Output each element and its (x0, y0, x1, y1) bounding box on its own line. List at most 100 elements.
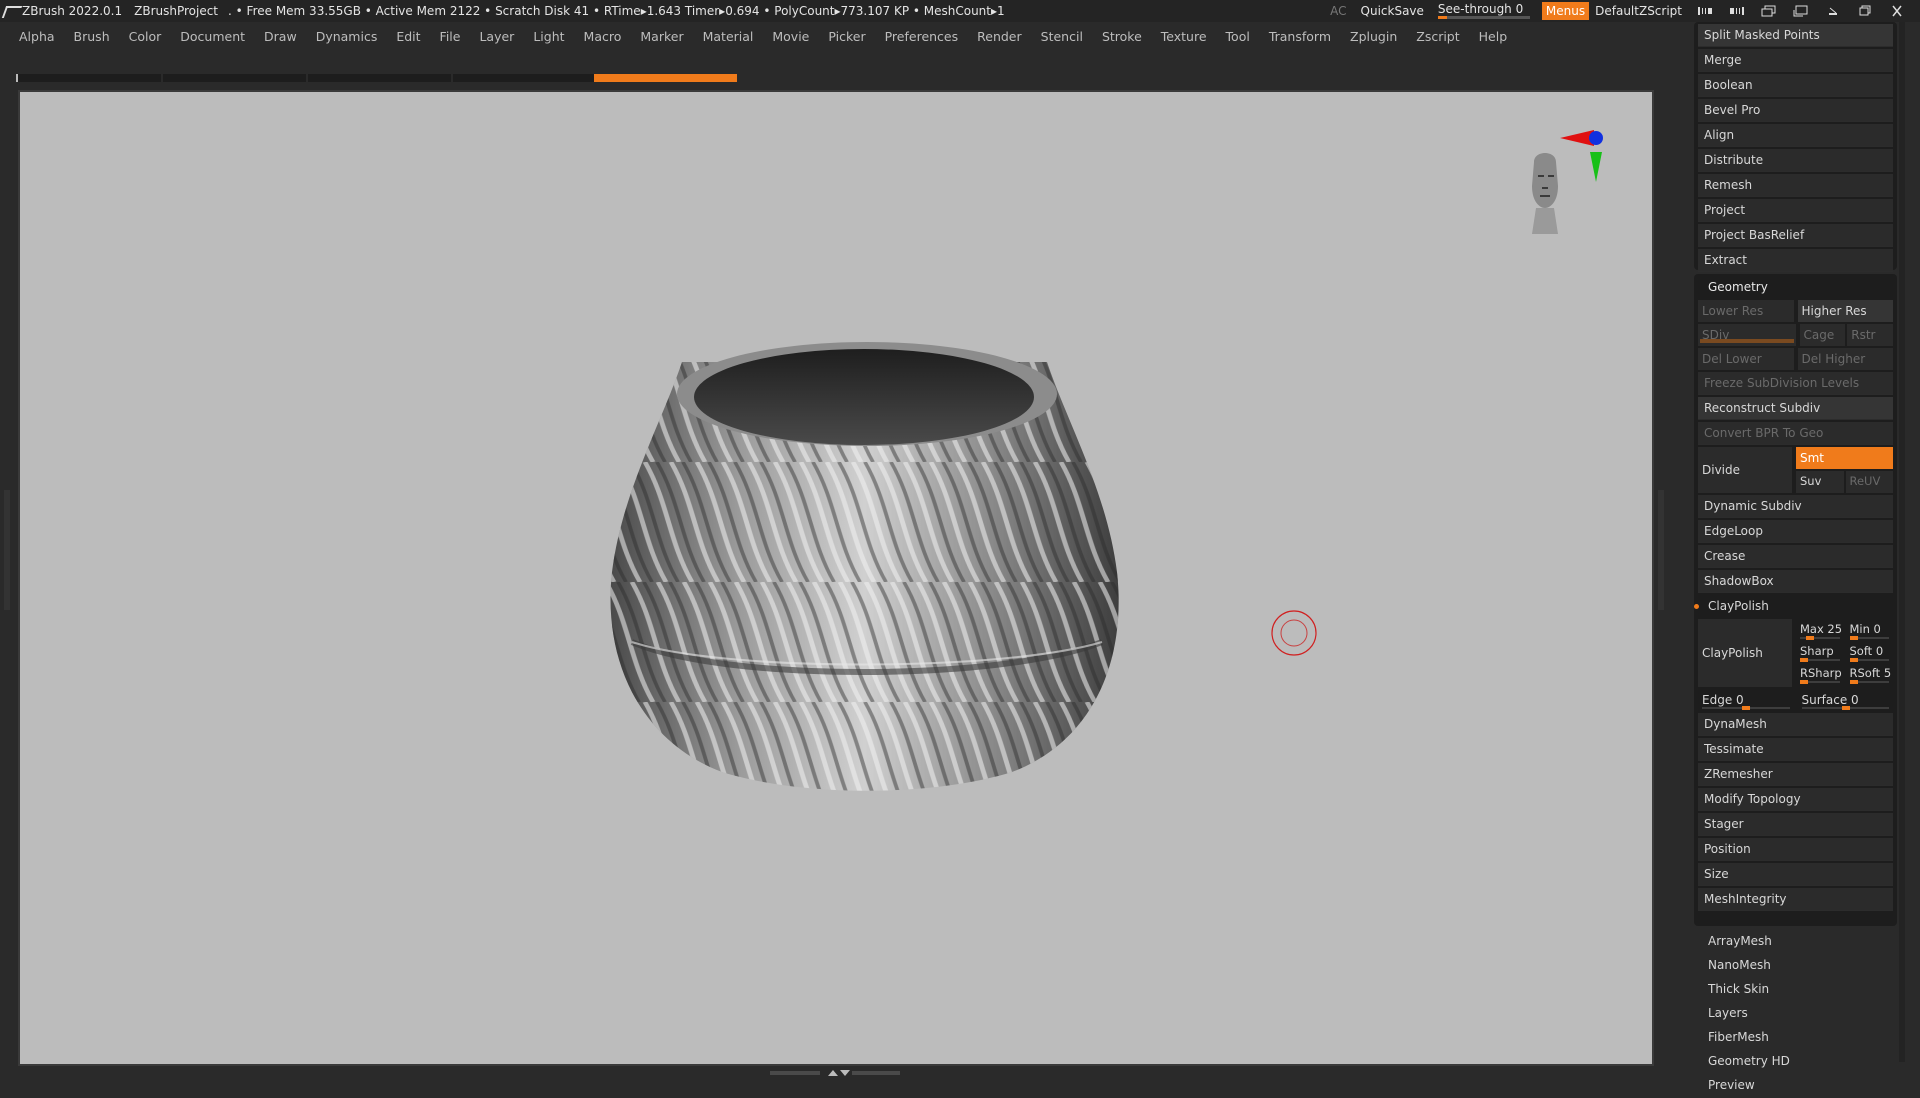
align-button[interactable]: Align (1698, 124, 1893, 147)
project-button[interactable]: Project (1698, 199, 1893, 222)
tab-slot-2[interactable] (163, 74, 306, 82)
reuv-toggle[interactable]: ReUV (1845, 471, 1893, 493)
subpalette-fibermesh-button[interactable]: FiberMesh (1694, 1026, 1889, 1048)
dynamesh-button[interactable]: DynaMesh (1698, 713, 1893, 736)
menu-render[interactable]: Render (977, 29, 1022, 44)
see-through-track[interactable] (1437, 16, 1530, 19)
menu-material[interactable]: Material (703, 29, 754, 44)
project-basrelief-button[interactable]: Project BasRelief (1698, 224, 1893, 247)
menu-file[interactable]: File (440, 29, 461, 44)
sdiv-slider[interactable]: SDiv (1698, 324, 1796, 346)
split-masked-points-button[interactable]: Split Masked Points (1698, 24, 1893, 47)
menu-help[interactable]: Help (1479, 29, 1508, 44)
quicksave-button[interactable]: QuickSave (1361, 4, 1424, 18)
rstr-button[interactable]: Rstr (1847, 324, 1893, 346)
size-button[interactable]: Size (1698, 863, 1893, 886)
tab-slot-4[interactable] (453, 74, 596, 82)
floating-window-icon[interactable] (1792, 5, 1810, 17)
claypolish-button[interactable]: ClayPolish (1698, 619, 1792, 687)
menu-dynamics[interactable]: Dynamics (316, 29, 378, 44)
menu-tool[interactable]: Tool (1226, 29, 1250, 44)
close-icon[interactable] (1888, 5, 1906, 17)
zremesher-button[interactable]: ZRemesher (1698, 763, 1893, 786)
subpalette-arraymesh-button[interactable]: ArrayMesh (1694, 930, 1889, 952)
surface-slider[interactable]: Surface 0 (1798, 689, 1894, 711)
see-through-slider[interactable]: See-through 0 (1437, 0, 1530, 22)
menu-transform[interactable]: Transform (1269, 29, 1331, 44)
menu-macro[interactable]: Macro (584, 29, 622, 44)
distribute-button[interactable]: Distribute (1698, 149, 1893, 172)
soft-slider[interactable]: Soft 0 (1846, 641, 1894, 663)
crease-button[interactable]: Crease (1698, 545, 1893, 568)
menu-stencil[interactable]: Stencil (1041, 29, 1083, 44)
rsharp-slider[interactable]: RSharp (1796, 663, 1844, 685)
reconstruct-subdiv-button[interactable]: Reconstruct Subdiv (1698, 397, 1893, 420)
menu-document[interactable]: Document (180, 29, 245, 44)
layout-left-icon[interactable] (1696, 5, 1714, 17)
orientation-gizmo[interactable] (1522, 124, 1606, 236)
subpalette-preview-button[interactable]: Preview (1694, 1074, 1889, 1096)
stager-button[interactable]: Stager (1698, 813, 1893, 836)
tab-slot-3[interactable] (308, 74, 451, 82)
max-slider[interactable]: Max 25 (1796, 619, 1844, 641)
menu-zscript[interactable]: Zscript (1416, 29, 1459, 44)
default-zscript-button[interactable]: DefaultZScript (1595, 4, 1682, 18)
bevel-pro-button[interactable]: Bevel Pro (1698, 99, 1893, 122)
higher-res-button[interactable]: Higher Res (1797, 300, 1893, 322)
menus-button[interactable]: Menus (1541, 2, 1590, 20)
remesh-button[interactable]: Remesh (1698, 174, 1893, 197)
canvas-viewport[interactable] (18, 90, 1654, 1066)
menu-light[interactable]: Light (533, 29, 564, 44)
geometry-header[interactable]: Geometry (1698, 276, 1893, 298)
min-slider[interactable]: Min 0 (1846, 619, 1894, 641)
menu-stroke[interactable]: Stroke (1102, 29, 1142, 44)
edge-slider[interactable]: Edge 0 (1698, 689, 1794, 711)
claypolish-header[interactable]: ClayPolish (1694, 595, 1893, 617)
ac-toggle[interactable]: AC (1330, 4, 1346, 18)
divide-button[interactable]: Divide (1698, 447, 1792, 493)
menu-zplugin[interactable]: Zplugin (1350, 29, 1397, 44)
layout-right-icon[interactable] (1728, 5, 1746, 17)
right-tray-handle[interactable] (1658, 490, 1664, 610)
menu-brush[interactable]: Brush (74, 29, 110, 44)
extract-button[interactable]: Extract (1698, 249, 1893, 272)
sculpt-mesh-vase[interactable] (602, 342, 1132, 862)
menu-alpha[interactable]: Alpha (19, 29, 55, 44)
edgeloop-button[interactable]: EdgeLoop (1698, 520, 1893, 543)
tab-slot-active[interactable] (594, 74, 737, 82)
smt-toggle[interactable]: Smt (1796, 447, 1893, 469)
subpalette-layers-button[interactable]: Layers (1694, 1002, 1889, 1024)
freeze-subdivision-button[interactable]: Freeze SubDivision Levels (1698, 372, 1893, 395)
minimize-icon[interactable] (1824, 5, 1842, 17)
subpalette-nanomesh-button[interactable]: NanoMesh (1694, 954, 1889, 976)
menu-texture[interactable]: Texture (1161, 29, 1207, 44)
subpalette-thick-skin-button[interactable]: Thick Skin (1694, 978, 1889, 1000)
bottom-tray-handle[interactable] (770, 1069, 900, 1077)
menu-layer[interactable]: Layer (479, 29, 514, 44)
rsoft-slider[interactable]: RSoft 5 (1846, 663, 1894, 685)
del-lower-button[interactable]: Del Lower (1698, 348, 1794, 370)
menu-picker[interactable]: Picker (828, 29, 865, 44)
suv-toggle[interactable]: Suv (1796, 471, 1844, 493)
sharp-slider[interactable]: Sharp (1796, 641, 1844, 663)
dynamic-subdiv-button[interactable]: Dynamic Subdiv (1698, 495, 1893, 518)
tessimate-button[interactable]: Tessimate (1698, 738, 1893, 761)
menu-draw[interactable]: Draw (264, 29, 297, 44)
merge-button[interactable]: Merge (1698, 49, 1893, 72)
panel-scrollbar[interactable] (1899, 22, 1905, 1062)
modify-topology-button[interactable]: Modify Topology (1698, 788, 1893, 811)
subpalette-geometry-hd-button[interactable]: Geometry HD (1694, 1050, 1889, 1072)
cage-button[interactable]: Cage (1799, 324, 1846, 346)
shadowbox-button[interactable]: ShadowBox (1698, 570, 1893, 593)
convert-bpr-button[interactable]: Convert BPR To Geo (1698, 422, 1893, 445)
restore-icon[interactable] (1856, 5, 1874, 17)
menu-movie[interactable]: Movie (772, 29, 809, 44)
lower-res-button[interactable]: Lower Res (1698, 300, 1794, 322)
position-button[interactable]: Position (1698, 838, 1893, 861)
menu-preferences[interactable]: Preferences (885, 29, 959, 44)
tab-slot-1[interactable] (18, 74, 161, 82)
menu-color[interactable]: Color (129, 29, 162, 44)
menu-marker[interactable]: Marker (640, 29, 683, 44)
boolean-button[interactable]: Boolean (1698, 74, 1893, 97)
meshintegrity-button[interactable]: MeshIntegrity (1698, 888, 1893, 911)
